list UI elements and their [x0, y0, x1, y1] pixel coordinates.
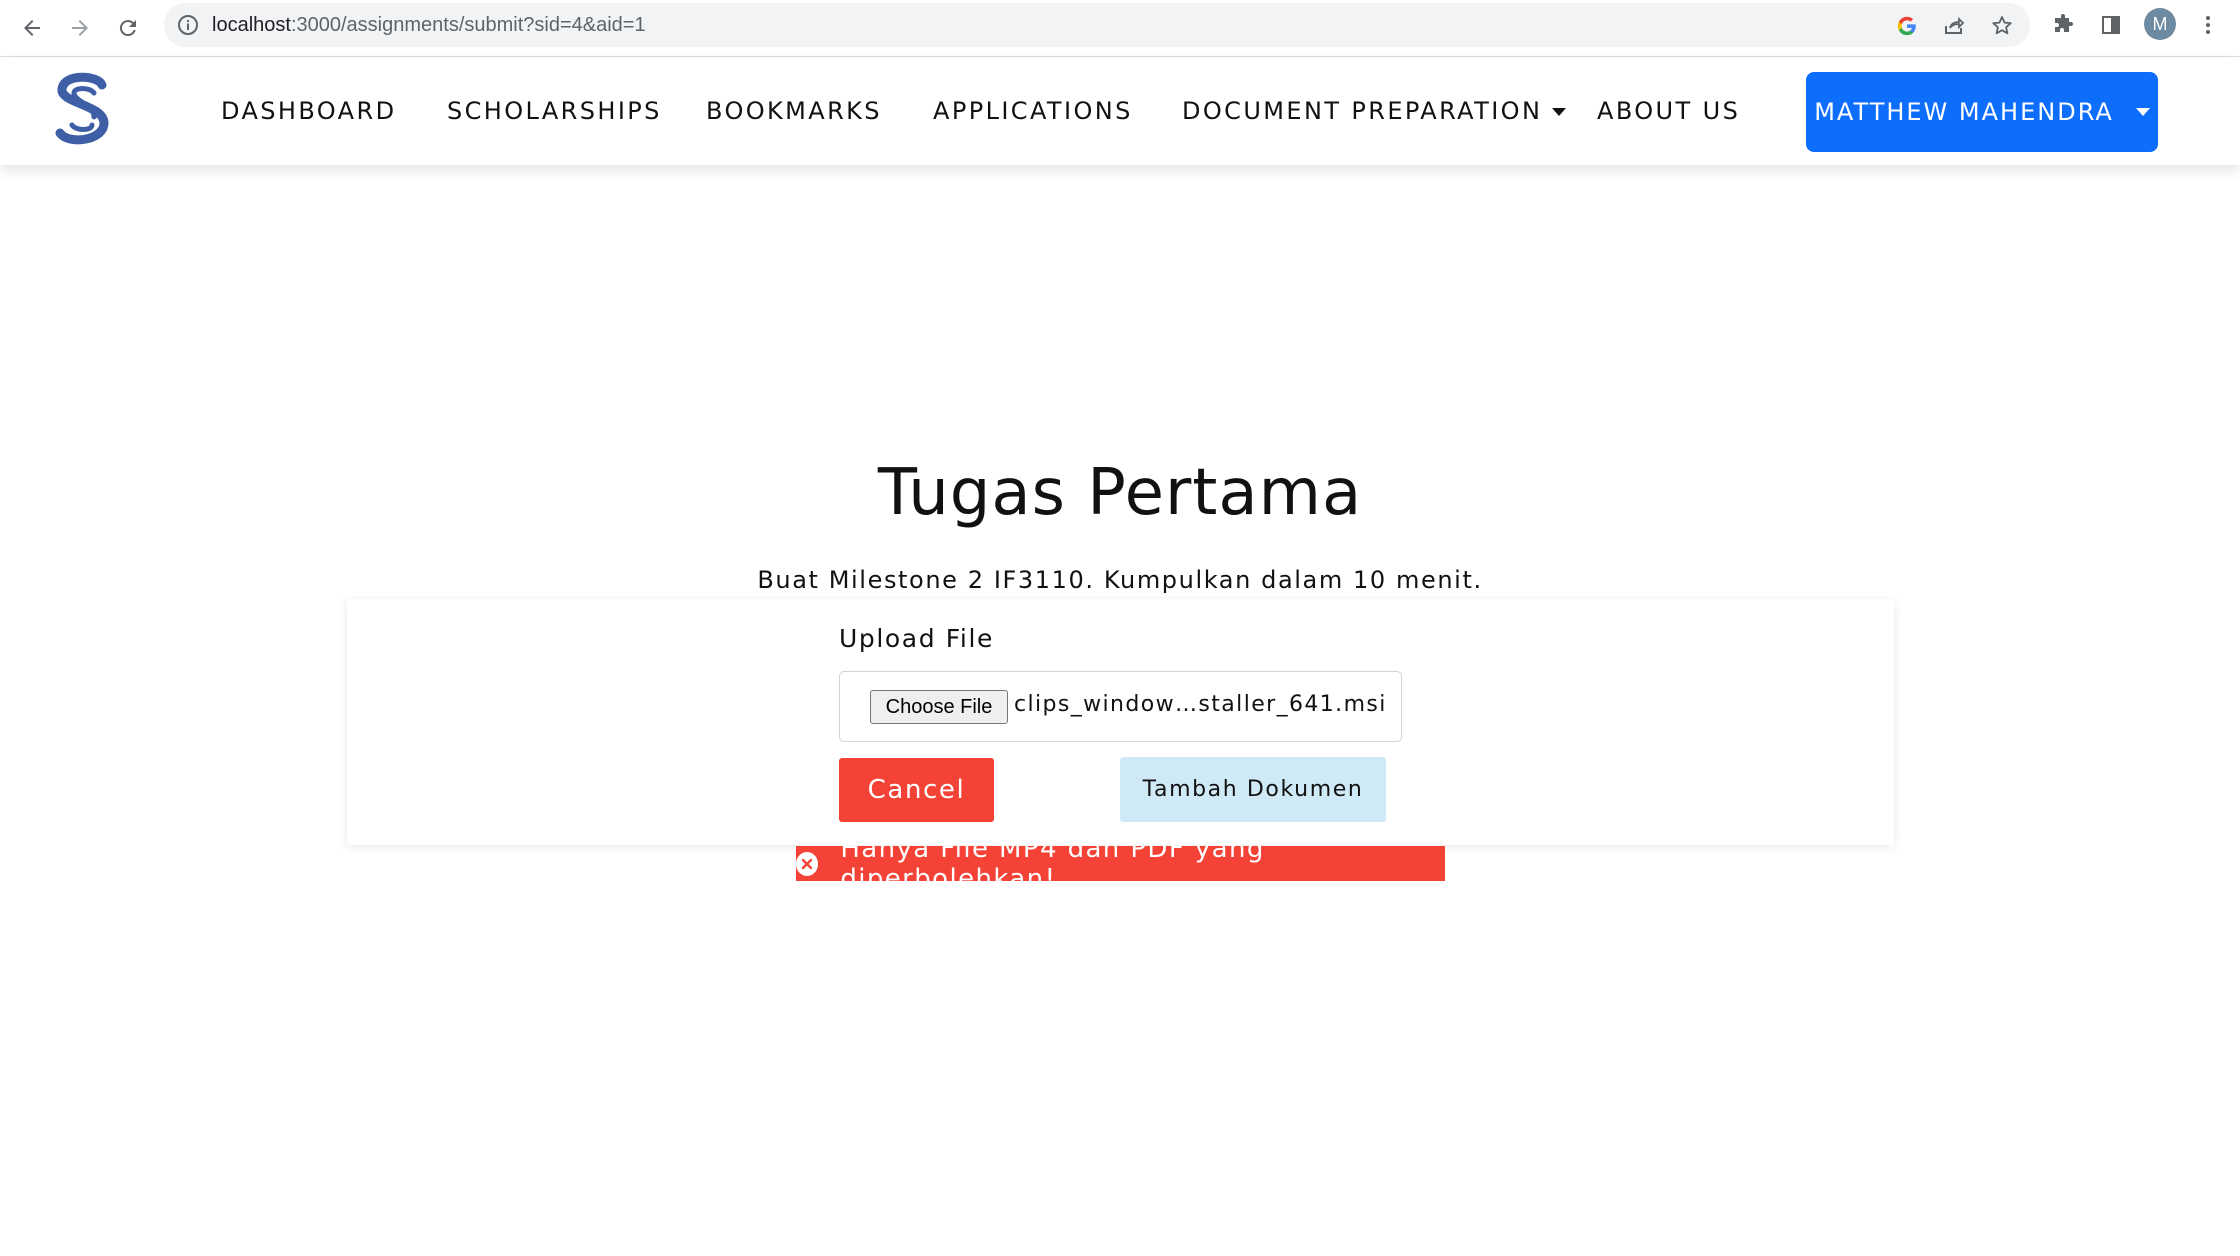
nav-document-preparation[interactable]: DOCUMENT PREPARATION [1182, 97, 1567, 125]
url-host: localhost [212, 14, 291, 36]
cancel-button[interactable]: Cancel [839, 758, 994, 822]
caret-down-icon [1552, 108, 1567, 116]
nav-dashboard[interactable]: DASHBOARD [221, 97, 396, 125]
bookmark-star-icon[interactable] [1989, 13, 2015, 39]
assignment-description: Buat Milestone 2 IF3110. Kumpulkan dalam… [757, 566, 1483, 594]
error-alert: Hanya File MP4 dan PDF yang diperbolehka… [796, 834, 1445, 894]
extensions-puzzle-icon[interactable] [2049, 11, 2077, 39]
reload-icon[interactable] [110, 10, 146, 46]
error-x-icon [796, 851, 819, 876]
url-path: :3000/assignments/submit?sid=4&aid=1 [290, 14, 646, 36]
nav-bookmarks[interactable]: BOOKMARKS [706, 97, 882, 125]
url-text[interactable]: localhost:3000/assignments/submit?sid=4&… [212, 14, 646, 37]
side-panel-icon[interactable] [2097, 11, 2125, 39]
site-info-icon[interactable] [176, 13, 200, 37]
more-menu-icon[interactable] [2194, 11, 2222, 39]
forward-arrow-icon[interactable] [62, 10, 98, 46]
google-icon[interactable] [1894, 13, 1920, 39]
browser-toolbar: localhost:3000/assignments/submit?sid=4&… [0, 0, 2240, 57]
tambah-dokumen-button[interactable]: Tambah Dokumen [1120, 757, 1386, 822]
profile-avatar[interactable]: M [2144, 8, 2176, 40]
nav-scholarships[interactable]: SCHOLARSHIPS [447, 97, 662, 125]
selected-file-name: clips_window…staller_641.msi [1014, 692, 1387, 717]
nav-applications[interactable]: APPLICATIONS [933, 97, 1133, 125]
user-menu-button[interactable]: MATTHEW MAHENDRA [1806, 72, 2158, 152]
error-message: Hanya File MP4 dan PDF yang diperbolehka… [840, 833, 1265, 894]
address-bar[interactable]: localhost:3000/assignments/submit?sid=4&… [164, 3, 2030, 47]
assignment-title: Tugas Pertama [877, 456, 1363, 530]
share-icon[interactable] [1941, 13, 1967, 39]
logo-icon[interactable] [50, 69, 116, 149]
back-arrow-icon[interactable] [14, 10, 50, 46]
nav-document-preparation-label: DOCUMENT PREPARATION [1182, 97, 1543, 125]
upload-file-label: Upload File [839, 624, 994, 653]
choose-file-button[interactable]: Choose File [870, 690, 1008, 724]
nav-about-us[interactable]: ABOUT US [1597, 97, 1740, 125]
site-navbar: DASHBOARD SCHOLARSHIPS BOOKMARKS APPLICA… [0, 57, 2240, 165]
file-input[interactable]: Choose File clips_window…staller_641.msi [839, 671, 1402, 742]
caret-down-icon [2135, 108, 2150, 116]
user-name: MATTHEW MAHENDRA [1814, 98, 2114, 126]
